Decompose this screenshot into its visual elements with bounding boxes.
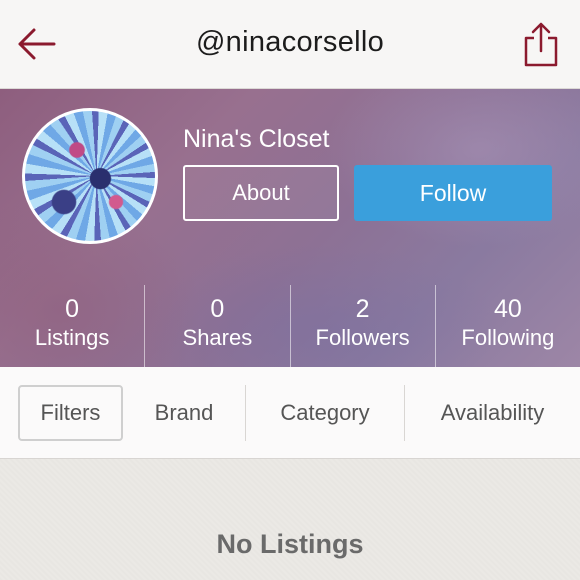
- stat-value: 0: [210, 295, 225, 323]
- filters-button[interactable]: Filters: [18, 385, 123, 441]
- filter-divider: [245, 385, 246, 441]
- stat-label: Following: [461, 325, 555, 350]
- stat-label: Followers: [315, 325, 410, 350]
- stats-row: 0 Listings 0 Shares 2 Followers 40 Follo…: [0, 285, 580, 367]
- back-button[interactable]: [14, 26, 58, 62]
- top-nav-bar: @ninacorsello: [0, 0, 580, 89]
- stat-following[interactable]: 40 Following: [434, 285, 580, 367]
- stat-value: 2: [355, 295, 370, 323]
- stat-listings[interactable]: 0 Listings: [0, 285, 144, 367]
- avatar[interactable]: [22, 108, 158, 244]
- stat-value: 0: [65, 295, 80, 323]
- share-icon: [524, 22, 558, 67]
- page-title: @ninacorsello: [195, 26, 385, 58]
- stat-shares[interactable]: 0 Shares: [144, 285, 289, 367]
- filter-divider: [404, 385, 405, 441]
- brand-filter[interactable]: Brand: [134, 385, 234, 441]
- share-button[interactable]: [522, 20, 560, 68]
- about-button[interactable]: About: [183, 165, 339, 221]
- stat-label: Shares: [182, 325, 253, 350]
- empty-state-message: No Listings: [216, 529, 364, 559]
- stat-value: 40: [493, 295, 522, 323]
- stat-followers[interactable]: 2 Followers: [289, 285, 435, 367]
- follow-button[interactable]: Follow: [354, 165, 552, 221]
- filter-bar: Filters Brand Category Availability: [0, 367, 580, 459]
- back-arrow-icon: [18, 28, 56, 60]
- closet-name: Nina's Closet: [183, 125, 330, 153]
- profile-header: Nina's Closet About Follow 0 Listings 0 …: [0, 89, 580, 367]
- listings-area: No Listings: [0, 459, 580, 580]
- stat-label: Listings: [34, 325, 110, 350]
- availability-filter[interactable]: Availability: [415, 385, 570, 441]
- category-filter[interactable]: Category: [250, 385, 400, 441]
